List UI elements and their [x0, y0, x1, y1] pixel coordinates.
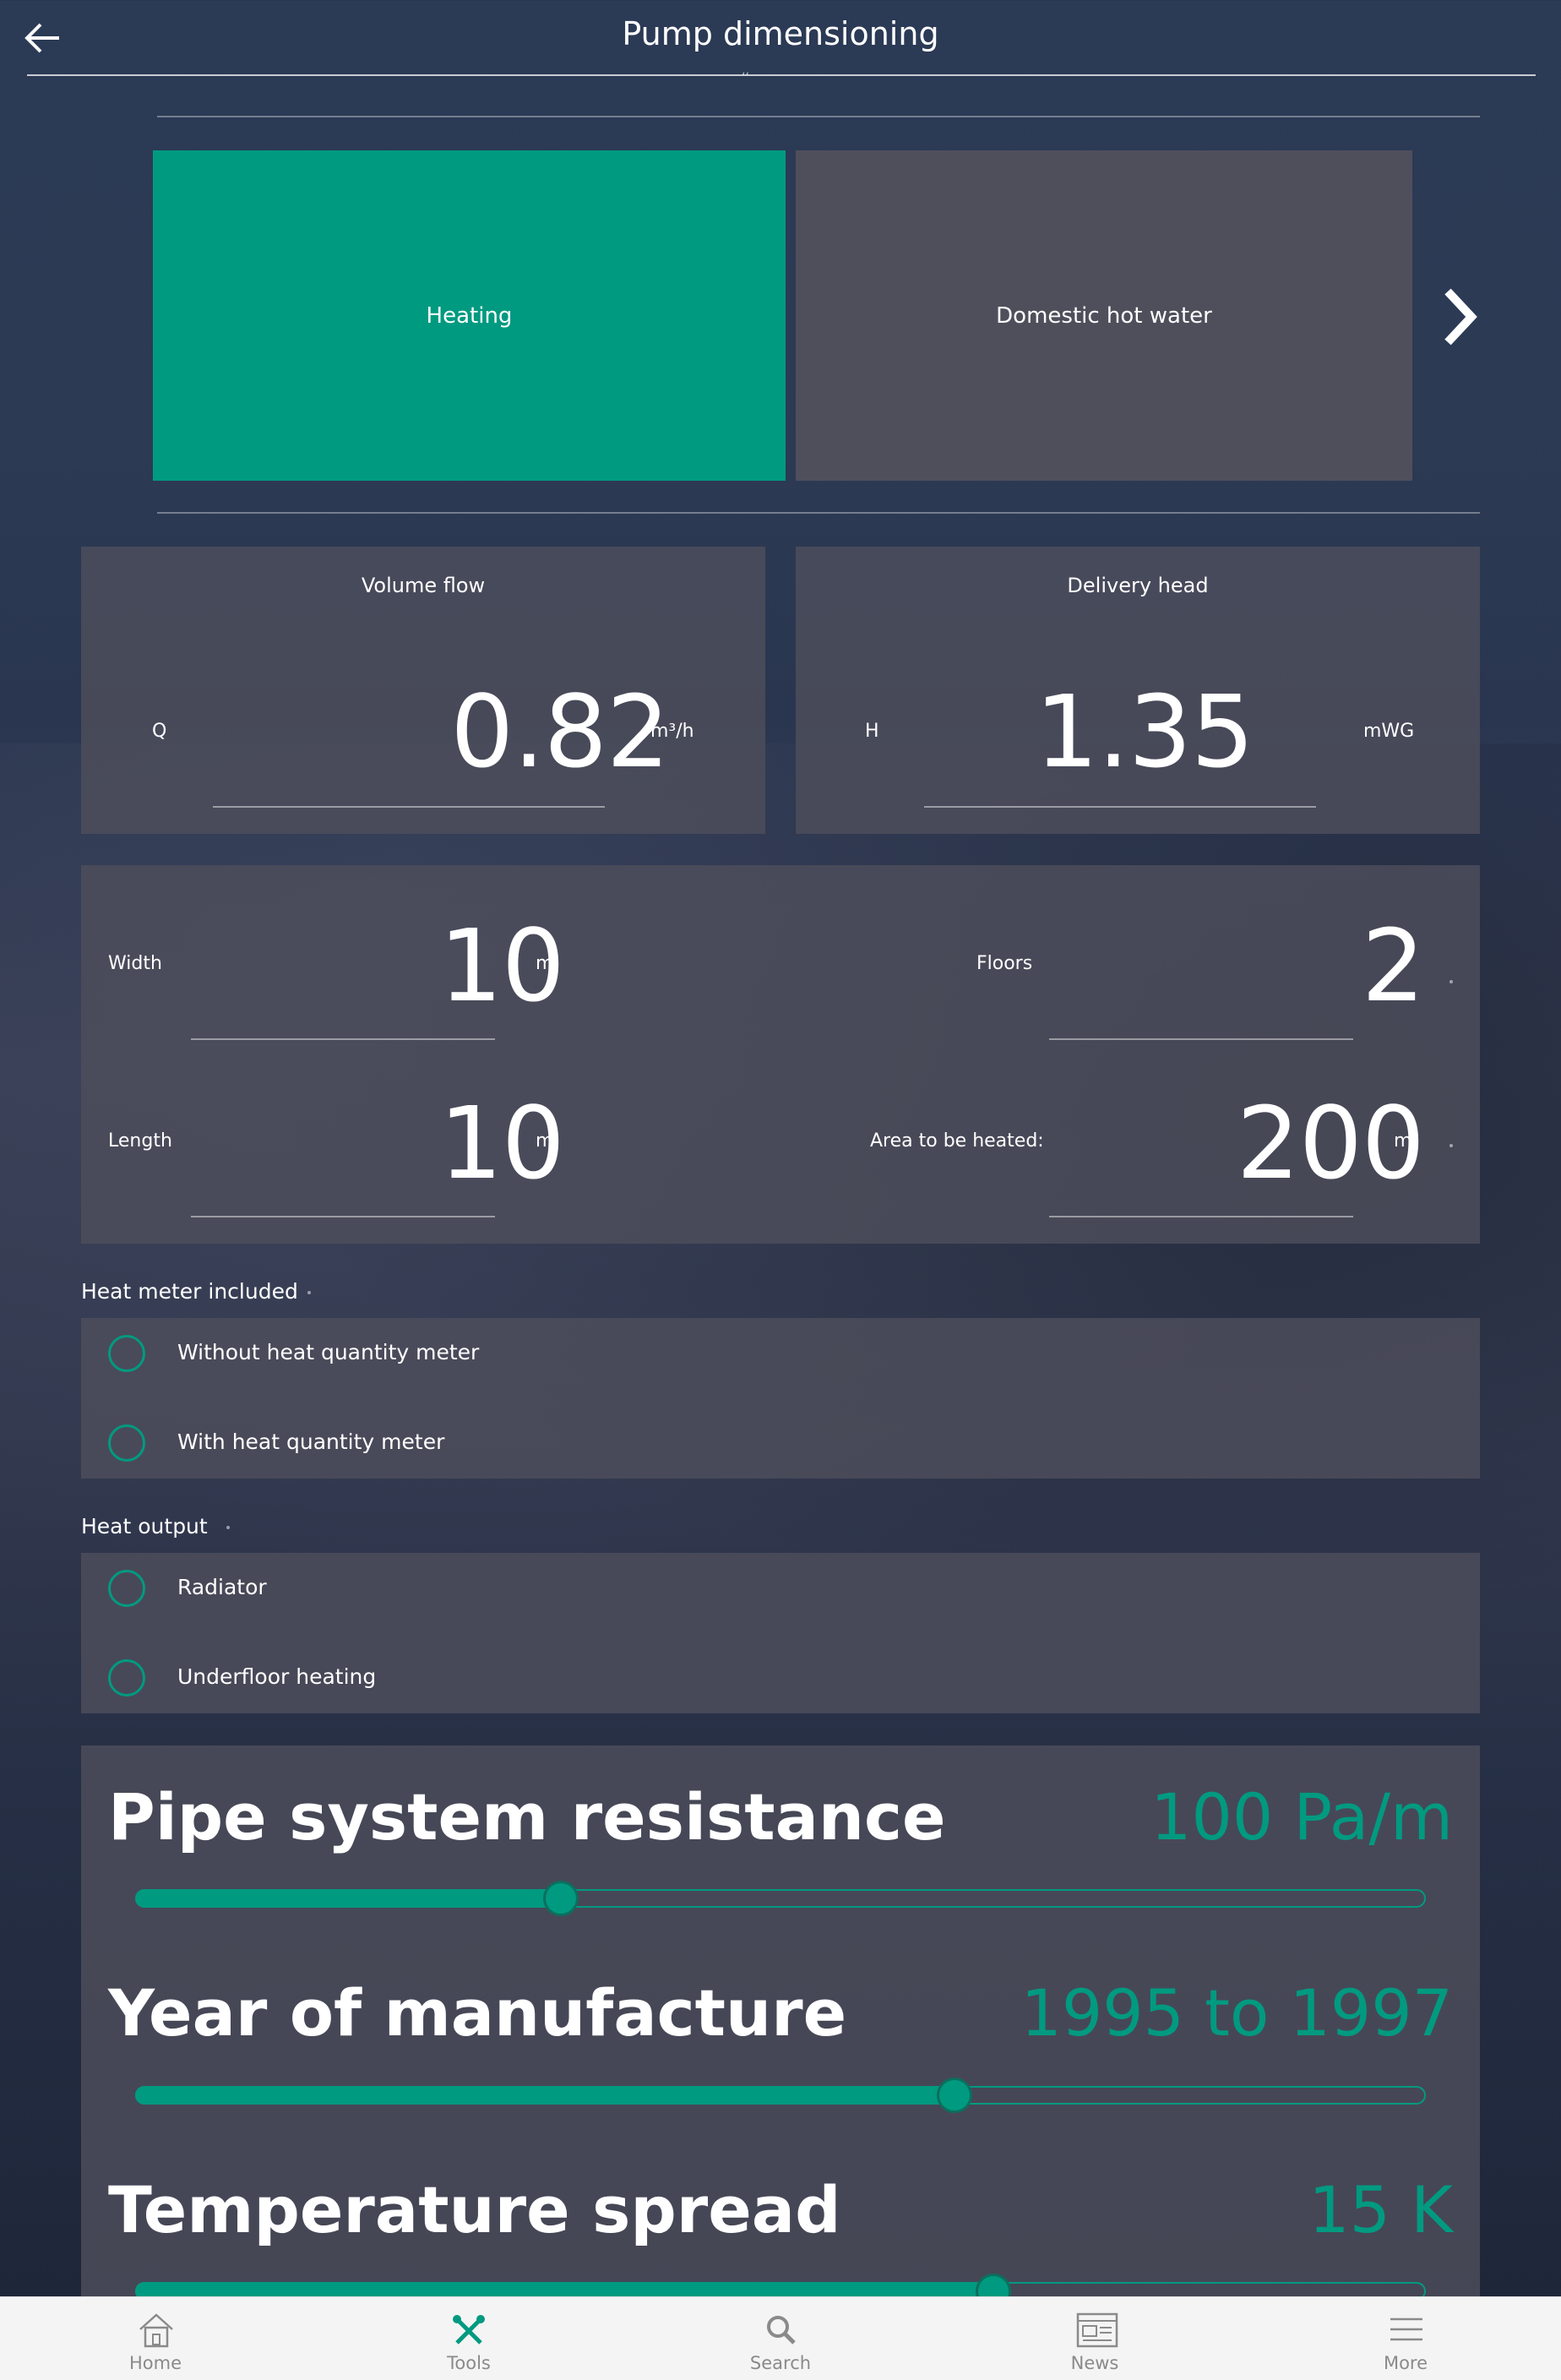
page-title: Pump dimensioning: [622, 15, 939, 52]
length-input[interactable]: 10: [191, 1085, 565, 1201]
volume-flow-panel: Volume flow Q 0.82 m³/h: [81, 547, 765, 834]
volume-flow-value: 0.82: [450, 673, 670, 790]
length-unit: m: [536, 1130, 554, 1152]
radio-button[interactable]: [108, 1659, 145, 1696]
chevron-right-icon: [1444, 288, 1477, 346]
heat-meter-options: Without heat quantity meter With heat qu…: [81, 1318, 1480, 1479]
slider-title: Temperature spread: [108, 2172, 841, 2247]
scroll-indicator: ‘‘: [742, 71, 749, 84]
tile-label: Heating: [426, 302, 513, 329]
nav-home[interactable]: Home: [71, 2297, 240, 2380]
nav-news[interactable]: News: [1010, 2297, 1179, 2380]
delivery-head-value: 1.35: [1035, 673, 1254, 790]
value-underline: [191, 1038, 495, 1040]
area-unit: m²: [1394, 1130, 1420, 1152]
slider-fill: [135, 2086, 955, 2105]
divider: [157, 512, 1480, 514]
value-underline: [924, 806, 1316, 808]
app-header: Pump dimensioning ‘‘: [0, 0, 1561, 84]
home-icon: [139, 2313, 173, 2348]
value-underline: [1049, 1038, 1353, 1040]
nav-label: News: [1070, 2353, 1119, 2373]
slider-thumb[interactable]: [543, 1881, 579, 1916]
radio-option-without-meter[interactable]: Without heat quantity meter: [81, 1318, 1480, 1398]
volume-flow-title: Volume flow: [361, 574, 486, 597]
heat-meter-label: Heat meter included: [81, 1279, 298, 1304]
radio-option-radiator[interactable]: Radiator: [81, 1553, 1480, 1633]
slider-title: Pipe system resistance: [108, 1779, 946, 1854]
heat-output-label: Heat output: [81, 1514, 208, 1539]
delivery-head-panel: Delivery head H 1.35 mWG: [796, 547, 1480, 834]
nav-label: Tools: [447, 2353, 491, 2373]
volume-flow-unit: m³/h: [650, 721, 694, 742]
slider-value: 1995 to 1997: [1020, 1975, 1453, 2051]
search-icon: [767, 2316, 796, 2345]
tile-heating[interactable]: Heating: [153, 150, 786, 481]
radio-button[interactable]: [108, 1335, 145, 1372]
slider-thumb[interactable]: [937, 2078, 973, 2113]
slider-title: Year of manufacture: [108, 1975, 847, 2051]
tile-label: Domestic hot water: [996, 302, 1212, 329]
bottom-navigation: Home Tools Search News More: [0, 2296, 1561, 2380]
tools-icon: [453, 2315, 485, 2345]
value-underline: [213, 806, 605, 808]
nav-more[interactable]: More: [1321, 2297, 1490, 2380]
radio-option-with-meter[interactable]: With heat quantity meter: [81, 1398, 1480, 1479]
nav-search[interactable]: Search: [696, 2297, 865, 2380]
news-icon: [1076, 2312, 1118, 2348]
length-label: Length: [108, 1130, 172, 1152]
value-underline: [191, 1216, 495, 1217]
delivery-head-unit: mWG: [1363, 721, 1415, 742]
radio-option-underfloor[interactable]: Underfloor heating: [81, 1633, 1480, 1713]
dot: [226, 1526, 230, 1529]
building-dimensions-panel: Width 10 m Floors 2 Length 10 m Area to …: [81, 865, 1480, 1244]
width-unit: m: [536, 953, 554, 974]
header-divider: [27, 74, 1536, 76]
slider-value: 15 K: [1308, 2172, 1453, 2247]
dot: [1450, 980, 1453, 983]
tile-domestic-hot-water[interactable]: Domestic hot water: [796, 150, 1412, 481]
pipe-resistance-slider[interactable]: [135, 1889, 1426, 1908]
width-input[interactable]: 10: [191, 907, 565, 1024]
divider: [157, 116, 1480, 117]
floors-label: Floors: [976, 953, 1033, 974]
width-label: Width: [108, 953, 162, 974]
area-label: Area to be heated:: [870, 1130, 1044, 1152]
radio-label: Without heat quantity meter: [177, 1340, 480, 1364]
menu-icon: [1390, 2317, 1422, 2341]
delivery-head-title: Delivery head: [1067, 574, 1209, 597]
area-input[interactable]: 200: [1049, 1085, 1425, 1201]
radio-label: Radiator: [177, 1575, 267, 1599]
delivery-head-symbol: H: [865, 721, 879, 742]
value-underline: [1049, 1216, 1353, 1217]
nav-label: Search: [749, 2353, 812, 2373]
volume-flow-symbol: Q: [152, 721, 167, 742]
radio-button[interactable]: [108, 1424, 145, 1462]
radio-button[interactable]: [108, 1570, 145, 1607]
nav-tools[interactable]: Tools: [384, 2297, 553, 2380]
radio-label: Underfloor heating: [177, 1664, 377, 1689]
next-arrow-button[interactable]: [1436, 283, 1487, 351]
floors-input[interactable]: 2: [1049, 907, 1425, 1024]
slider-fill: [135, 1889, 562, 1908]
slider-value: 100 Pa/m: [1150, 1779, 1453, 1854]
nav-label: More: [1383, 2353, 1428, 2373]
dot: [1450, 1144, 1453, 1147]
radio-label: With heat quantity meter: [177, 1430, 445, 1454]
dot: [307, 1291, 311, 1294]
sliders-panel: Pipe system resistance 100 Pa/m Year of …: [81, 1746, 1480, 2309]
year-of-manufacture-slider[interactable]: [135, 2086, 1426, 2105]
nav-label: Home: [128, 2353, 182, 2373]
heat-output-options: Radiator Underfloor heating: [81, 1553, 1480, 1713]
